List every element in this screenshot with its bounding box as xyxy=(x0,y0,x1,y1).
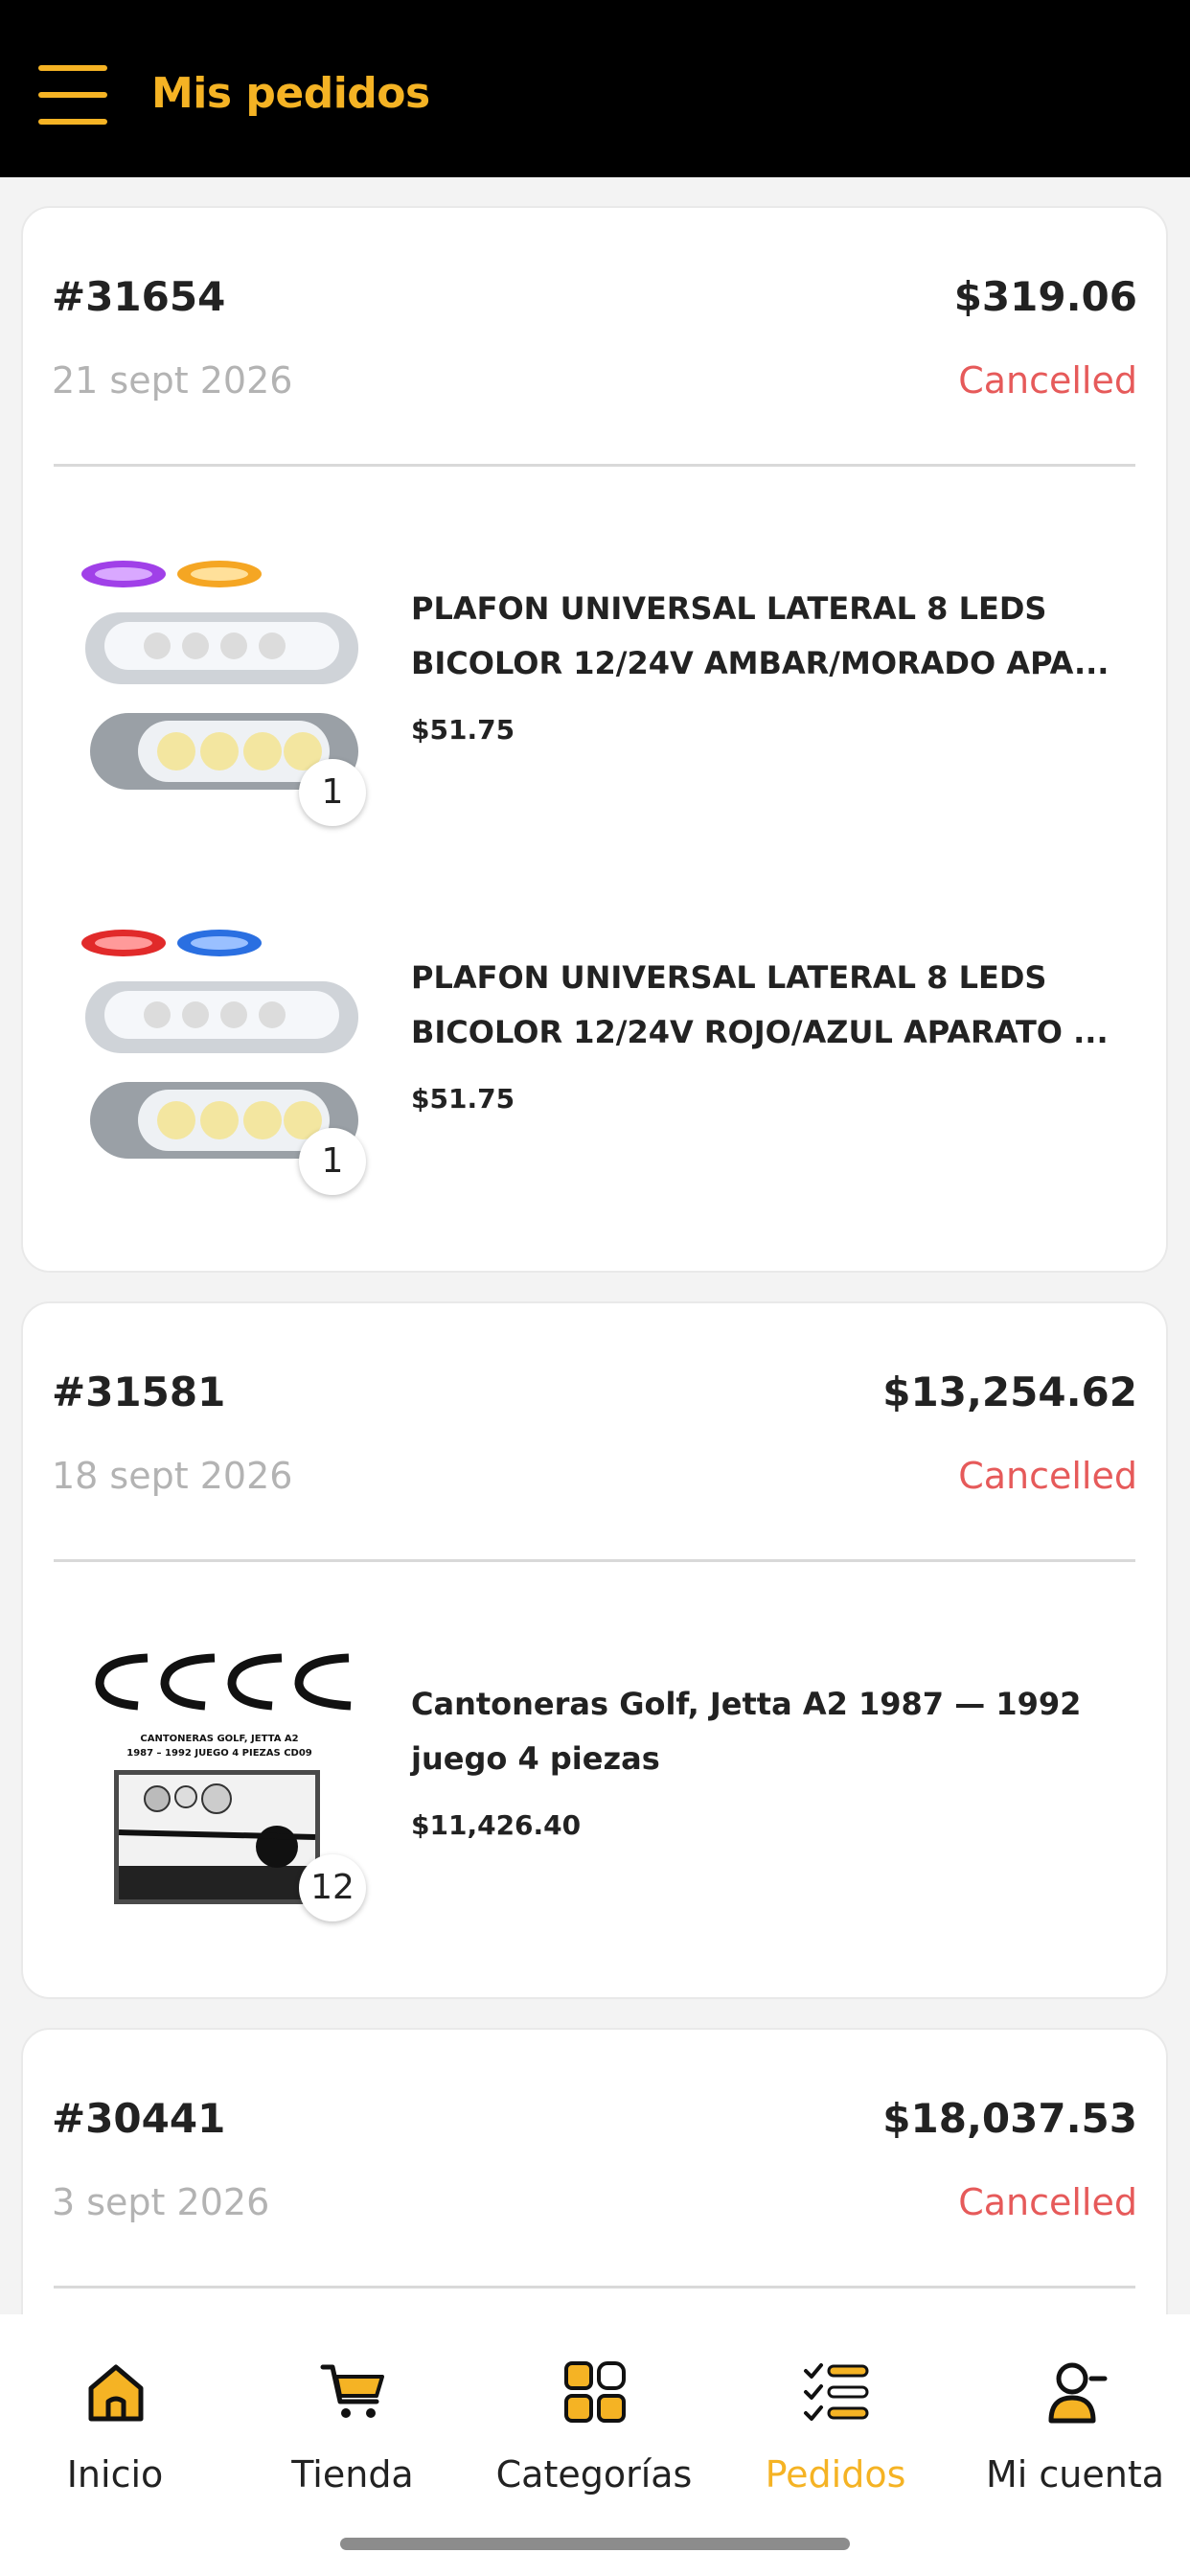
home-icon xyxy=(88,2364,144,2422)
divider xyxy=(54,464,1135,467)
order-card[interactable]: #31581 $13,254.62 18 sept 2026 Cancelled… xyxy=(21,1301,1168,1999)
order-card[interactable]: #31654 $319.06 21 sept 2026 Cancelled 1 … xyxy=(21,206,1168,1273)
quantity-badge: 1 xyxy=(299,759,366,826)
order-item[interactable]: 1 PLAFON UNIVERSAL LATERAL 8 LEDS BICOLO… xyxy=(61,545,1134,842)
tab-categorias[interactable]: Categorías xyxy=(479,2348,709,2501)
home-indicator[interactable] xyxy=(340,2538,850,2550)
order-item[interactable]: CANTONERAS GOLF, JETTA A2 1987 – 1992 JU… xyxy=(61,1641,1134,1938)
tab-label: Categorías xyxy=(495,2453,693,2496)
tab-mi-cuenta[interactable]: Mi cuenta xyxy=(960,2348,1190,2501)
item-price: $51.75 xyxy=(411,1083,515,1115)
order-status: Cancelled xyxy=(958,1455,1137,1497)
tab-label: Inicio xyxy=(66,2453,164,2496)
tab-pedidos[interactable]: Pedidos xyxy=(721,2348,950,2501)
checklist-icon xyxy=(804,2363,869,2421)
product-image-caption-line-1: CANTONERAS GOLF, JETTA A2 xyxy=(140,1734,298,1744)
product-image-caption-line-2: 1987 – 1992 JUEGO 4 PIEZAS CD09 xyxy=(126,1748,312,1759)
divider xyxy=(54,1559,1135,1562)
order-item[interactable]: 1 PLAFON UNIVERSAL LATERAL 8 LEDS BICOLO… xyxy=(61,914,1134,1211)
tab-inicio[interactable]: Inicio xyxy=(0,2348,230,2501)
order-date: 3 sept 2026 xyxy=(52,2181,270,2223)
order-date: 21 sept 2026 xyxy=(52,359,293,402)
tab-label: Pedidos xyxy=(765,2453,906,2496)
user-icon xyxy=(1048,2362,1108,2424)
tab-label: Tienda xyxy=(291,2453,414,2496)
item-name: PLAFON UNIVERSAL LATERAL 8 LEDS BICOLOR … xyxy=(411,590,1110,681)
order-status: Cancelled xyxy=(958,2181,1137,2223)
order-status: Cancelled xyxy=(958,359,1137,402)
order-number: #30441 xyxy=(52,2095,226,2142)
order-total: $13,254.62 xyxy=(882,1368,1137,1415)
grid-icon xyxy=(564,2361,626,2423)
item-price: $11,426.40 xyxy=(411,1809,582,1841)
item-price: $51.75 xyxy=(411,714,515,746)
order-card[interactable]: #30441 $18,037.53 3 sept 2026 Cancelled xyxy=(21,2028,1168,2314)
order-number: #31654 xyxy=(52,273,226,320)
order-number: #31581 xyxy=(52,1368,226,1415)
order-total: $319.06 xyxy=(953,273,1137,320)
app-header: Mis pedidos xyxy=(0,0,1190,177)
item-name: Cantoneras Golf, Jetta A2 1987 — 1992 ju… xyxy=(411,1686,1082,1777)
cart-icon xyxy=(320,2364,384,2418)
item-name: PLAFON UNIVERSAL LATERAL 8 LEDS BICOLOR … xyxy=(411,959,1109,1050)
tab-tienda[interactable]: Tienda xyxy=(238,2348,468,2501)
hamburger-menu-icon[interactable] xyxy=(38,65,107,125)
quantity-badge: 1 xyxy=(299,1128,366,1195)
order-date: 18 sept 2026 xyxy=(52,1455,293,1497)
divider xyxy=(54,2286,1135,2288)
order-total: $18,037.53 xyxy=(882,2095,1137,2142)
page-title: Mis pedidos xyxy=(151,69,430,118)
orders-list[interactable]: #31654 $319.06 21 sept 2026 Cancelled 1 … xyxy=(0,177,1190,2314)
quantity-badge: 12 xyxy=(299,1854,366,1921)
tab-label: Mi cuenta xyxy=(985,2453,1165,2496)
